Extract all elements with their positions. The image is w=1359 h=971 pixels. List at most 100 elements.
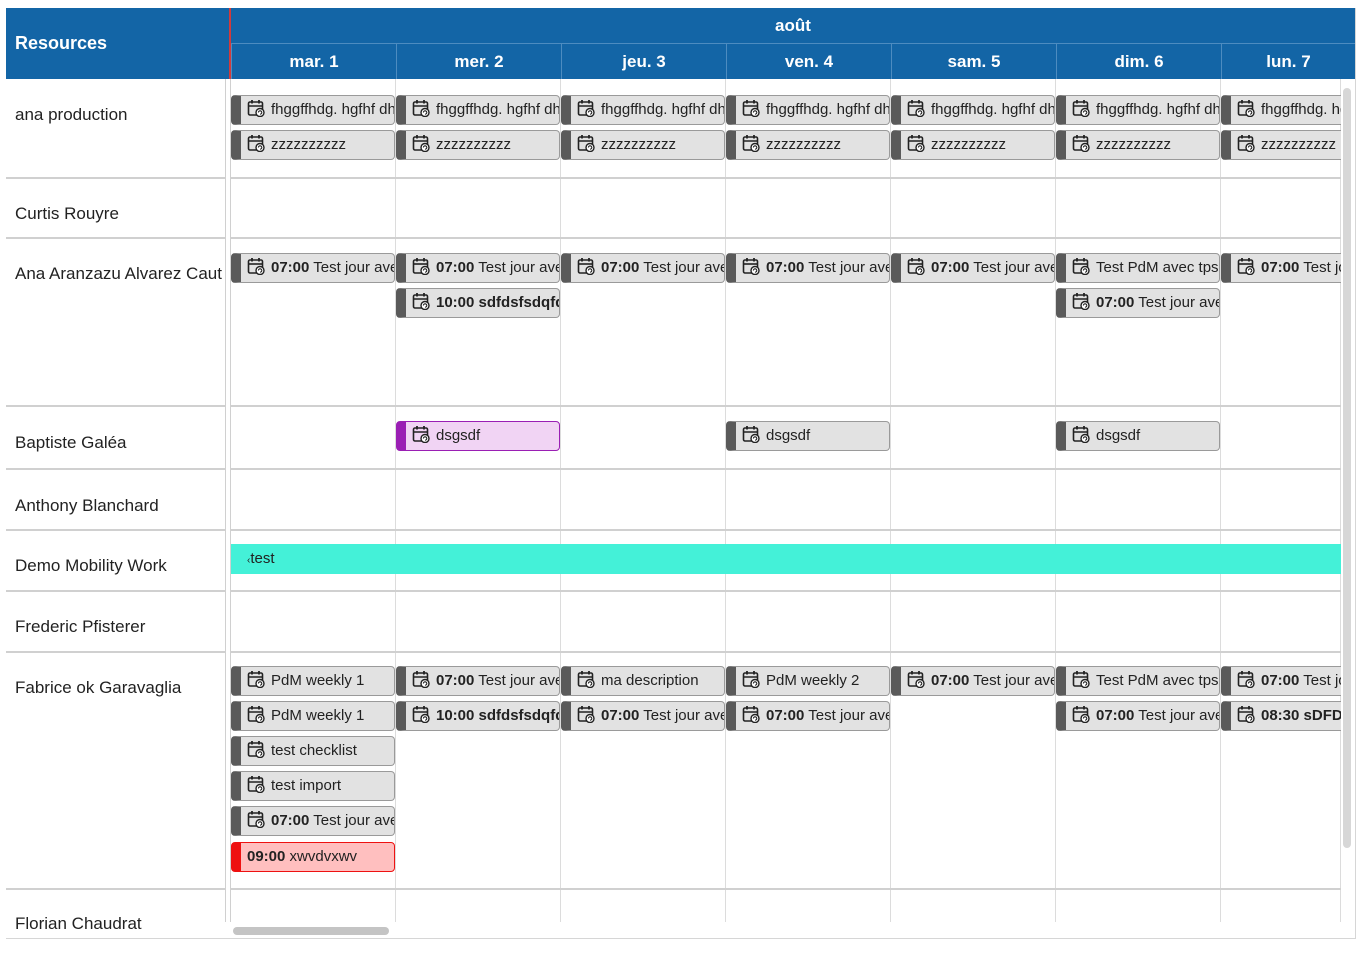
resource-name[interactable]: ana production: [15, 105, 127, 125]
calendar-repeat-icon: [247, 670, 265, 689]
event[interactable]: ma description: [561, 666, 725, 696]
event[interactable]: zzzzzzzzzz: [1056, 130, 1220, 160]
event[interactable]: fhggffhdg. hgfhf dh: [1056, 95, 1220, 125]
event[interactable]: Test PdM avec tps: [1056, 666, 1220, 696]
row-gridline: [231, 888, 1341, 890]
event-title: fhggffhdg. hgfhf dh: [931, 101, 1055, 118]
event-title: dsgsdf: [766, 427, 811, 444]
event[interactable]: dsgsdf: [1056, 421, 1220, 451]
event[interactable]: 07:00 Test jour avec: [1221, 253, 1341, 283]
event[interactable]: fhggffhdg. hgfhf dh: [231, 95, 395, 125]
event[interactable]: zzzzzzzzzz: [891, 130, 1055, 160]
calendar-repeat-icon: [247, 810, 265, 829]
event[interactable]: 07:00 Test jour avec: [891, 253, 1055, 283]
day-header[interactable]: dim. 6: [1056, 43, 1221, 79]
event[interactable]: test checklist: [231, 736, 395, 766]
resource-row: Demo Mobility Work: [6, 531, 225, 592]
event[interactable]: 09:00 xwvdvxwv: [231, 842, 395, 872]
resource-name[interactable]: Baptiste Galéa: [15, 433, 127, 453]
day-header[interactable]: sam. 5: [891, 43, 1056, 79]
event[interactable]: dsgsdf: [396, 421, 560, 451]
event[interactable]: test import: [231, 771, 395, 801]
event[interactable]: 07:00 Test jour avec: [726, 253, 890, 283]
event[interactable]: 07:00 Test jour avec: [1056, 288, 1220, 318]
calendar-repeat-icon: [412, 99, 430, 118]
event-title: Test jour avec: [808, 259, 889, 276]
event[interactable]: Test PdM avec tps: [1056, 253, 1220, 283]
event[interactable]: fhggffhdg. hgfhf dh: [726, 95, 890, 125]
event-title: zzzzzzzzzz: [271, 136, 346, 153]
event[interactable]: PdM weekly 1: [231, 666, 395, 696]
event-multiday[interactable]: ‹test: [231, 544, 1341, 574]
event[interactable]: 10:00 sdfdsfsdqfdsq: [396, 288, 560, 318]
event[interactable]: fhggffhdg. hgfhf dh: [1221, 95, 1341, 125]
event-title: zzzzzzzzzz: [1261, 136, 1336, 153]
resource-name[interactable]: Fabrice ok Garavaglia: [15, 678, 181, 698]
day-header[interactable]: mer. 2: [396, 43, 561, 79]
calendar-repeat-icon: [247, 134, 265, 153]
day-header[interactable]: mar. 1: [231, 43, 396, 79]
event-title: PdM weekly 1: [271, 672, 365, 689]
event[interactable]: 07:00 Test jour avec: [396, 666, 560, 696]
event[interactable]: 07:00 Test jour avec: [1221, 666, 1341, 696]
event-title: sdfdsfsdqfdsq: [478, 294, 559, 311]
event[interactable]: fhggffhdg. hgfhf dh: [396, 95, 560, 125]
event[interactable]: zzzzzzzzzz: [1221, 130, 1341, 160]
calendar-repeat-icon: [742, 705, 760, 724]
event-title: Test jour avec: [478, 672, 559, 689]
event-time: 07:00: [1096, 294, 1135, 311]
event[interactable]: 07:00 Test jour avec: [561, 253, 725, 283]
event[interactable]: fhggffhdg. hgfhf dh: [561, 95, 725, 125]
resource-name[interactable]: Anthony Blanchard: [15, 496, 159, 516]
event-time: 08:30: [1261, 707, 1300, 724]
calendar-repeat-icon: [412, 257, 430, 276]
event-title: Test jour avec: [1138, 707, 1219, 724]
event[interactable]: 08:30 sDFDSF: [1221, 701, 1341, 731]
calendar-repeat-icon: [742, 99, 760, 118]
resource-name[interactable]: Demo Mobility Work: [15, 556, 167, 576]
resource-name[interactable]: Florian Chaudrat: [15, 914, 142, 934]
day-header[interactable]: lun. 7: [1221, 43, 1355, 79]
event[interactable]: 07:00 Test jour avec: [891, 666, 1055, 696]
event[interactable]: 07:00 Test jour avec: [561, 701, 725, 731]
event-time: 07:00: [766, 707, 805, 724]
event[interactable]: 07:00 Test jour avec: [726, 701, 890, 731]
day-header[interactable]: jeu. 3: [561, 43, 726, 79]
event[interactable]: zzzzzzzzzz: [231, 130, 395, 160]
event-title: sDFDSF: [1303, 707, 1341, 724]
calendar-repeat-icon: [907, 670, 925, 689]
event[interactable]: 07:00 Test jour avec: [231, 253, 395, 283]
calendar-repeat-icon: [1237, 705, 1255, 724]
event[interactable]: zzzzzzzzzz: [726, 130, 890, 160]
event-title: Test jour avec: [313, 812, 394, 829]
day-gridline: [1220, 79, 1221, 922]
event-title: test: [250, 550, 275, 567]
event-title: fhggffhdg. hgfhf dh: [271, 101, 395, 118]
horizontal-scrollbar[interactable]: [233, 927, 389, 935]
event[interactable]: 07:00 Test jour avec: [1056, 701, 1220, 731]
resource-row: Fabrice ok Garavaglia: [6, 653, 225, 890]
event[interactable]: zzzzzzzzzz: [396, 130, 560, 160]
day-header[interactable]: ven. 4: [726, 43, 891, 79]
event[interactable]: 07:00 Test jour avec: [396, 253, 560, 283]
resource-name[interactable]: Curtis Rouyre: [15, 204, 119, 224]
resource-name[interactable]: Frederic Pfisterer: [15, 617, 145, 637]
event[interactable]: fhggffhdg. hgfhf dh: [891, 95, 1055, 125]
calendar-repeat-icon: [247, 740, 265, 759]
event-title: PdM weekly 1: [271, 707, 365, 724]
event-title: fhggffhdg. hgfhf dh: [1261, 101, 1341, 118]
event-title: Test jour avec: [973, 259, 1054, 276]
event[interactable]: PdM weekly 2: [726, 666, 890, 696]
resource-name[interactable]: Ana Aranzazu Alvarez Caut: [15, 264, 222, 284]
row-gridline: [231, 651, 1341, 653]
calendar-repeat-icon: [1072, 425, 1090, 444]
vertical-scrollbar[interactable]: [1343, 88, 1351, 848]
day-gridline: [890, 79, 891, 922]
event[interactable]: 10:00 sdfdsfsdqfdsq: [396, 701, 560, 731]
event[interactable]: dsgsdf: [726, 421, 890, 451]
calendar-repeat-icon: [742, 670, 760, 689]
event[interactable]: PdM weekly 1: [231, 701, 395, 731]
event[interactable]: zzzzzzzzzz: [561, 130, 725, 160]
event-time: 07:00: [601, 259, 640, 276]
event[interactable]: 07:00 Test jour avec: [231, 806, 395, 836]
